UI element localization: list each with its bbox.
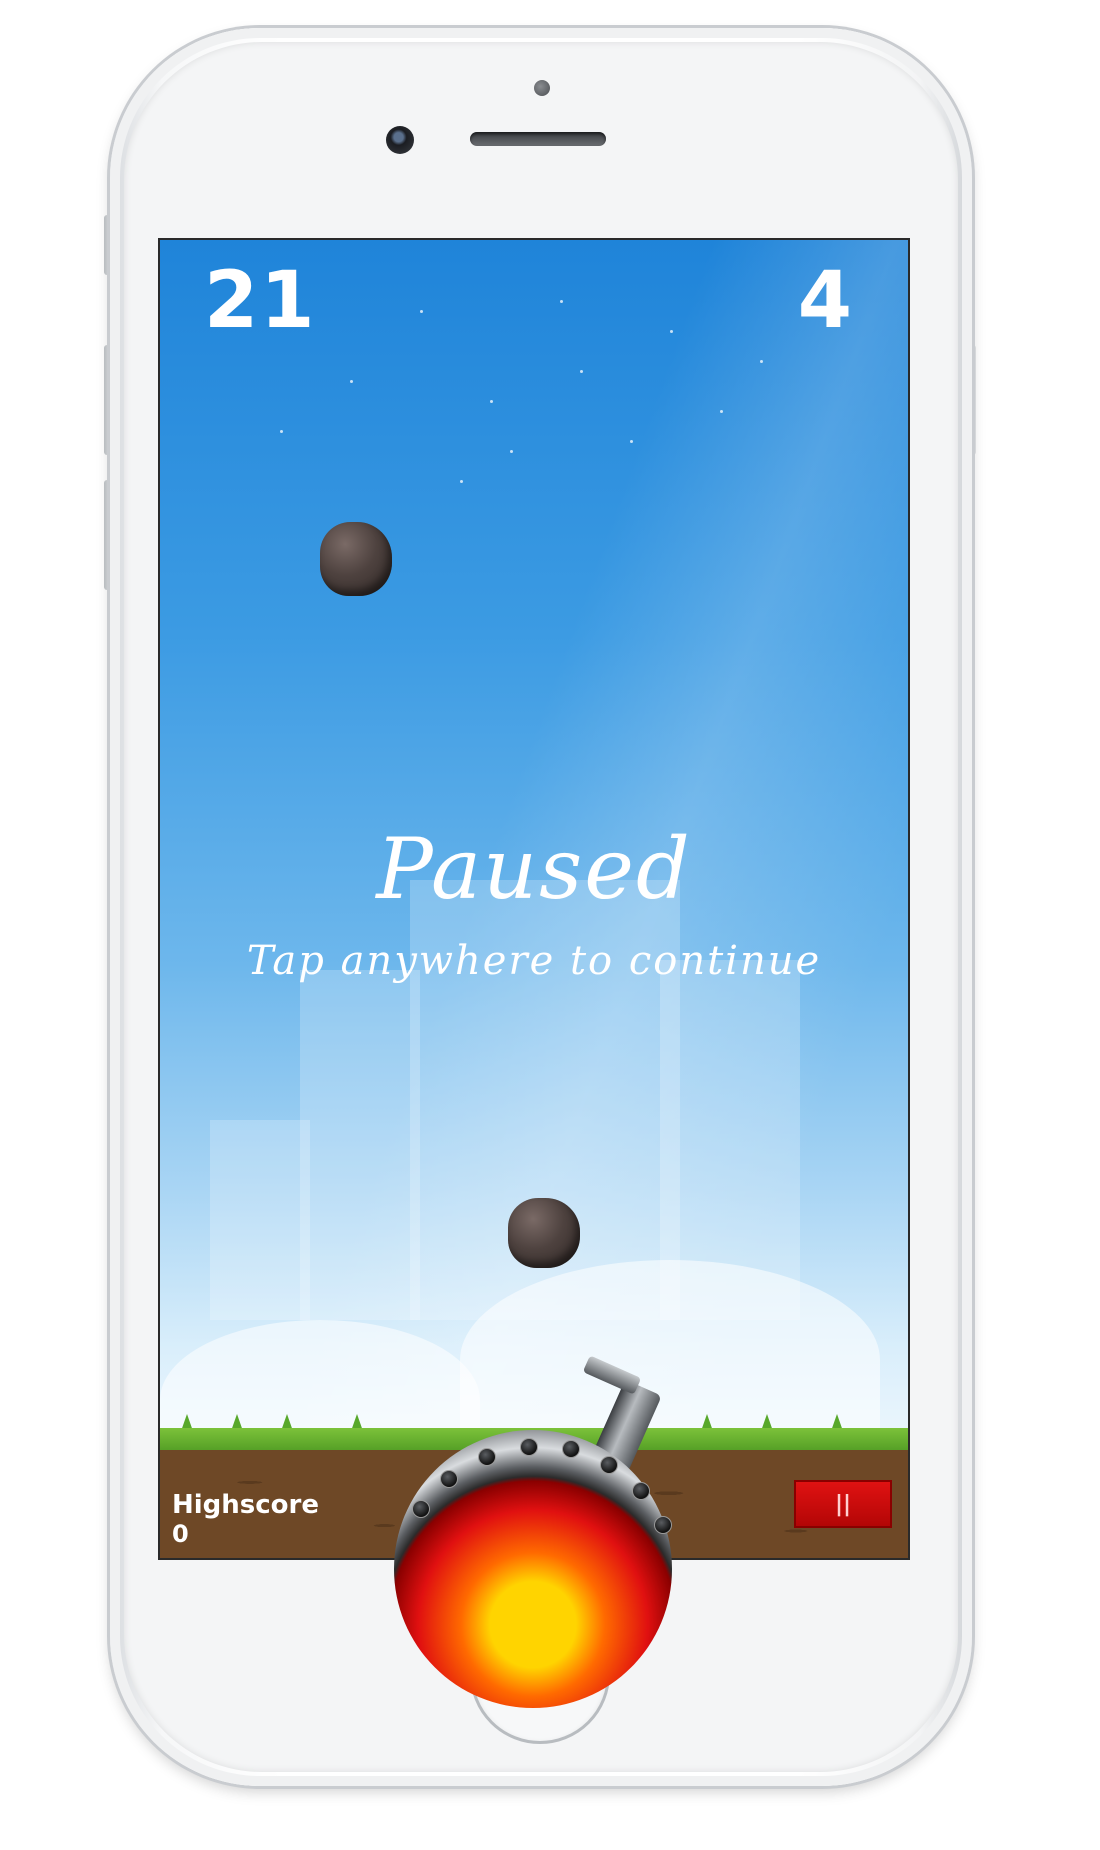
- pause-icon: ||: [834, 1491, 852, 1517]
- highscore-label: Highscore: [172, 1490, 319, 1520]
- star: [720, 410, 723, 413]
- cannon-base[interactable]: [394, 1430, 672, 1708]
- lives-counter: 4: [797, 256, 852, 346]
- rivet: [562, 1440, 580, 1458]
- star: [350, 380, 353, 383]
- rivet: [520, 1438, 538, 1456]
- paused-title: Paused: [376, 820, 692, 918]
- rivet: [478, 1448, 496, 1466]
- rivet: [600, 1456, 618, 1474]
- rivet: [632, 1482, 650, 1500]
- falling-rock: [508, 1198, 580, 1268]
- star: [630, 440, 633, 443]
- star: [490, 400, 493, 403]
- rivet: [654, 1516, 672, 1534]
- falling-rock: [320, 522, 392, 596]
- rivet: [440, 1470, 458, 1488]
- star: [510, 450, 513, 453]
- earpiece-speaker: [470, 132, 606, 146]
- castle-wall: [210, 1120, 310, 1320]
- castle-wall: [300, 970, 420, 1320]
- star: [580, 370, 583, 373]
- front-camera: [386, 126, 414, 154]
- continue-hint[interactable]: Tap anywhere to continue: [160, 938, 908, 984]
- pause-button[interactable]: ||: [794, 1480, 892, 1528]
- star: [280, 430, 283, 433]
- rivet: [412, 1500, 430, 1518]
- star: [560, 300, 563, 303]
- device-mockup: 21 4 Paused Tap anywhere to continue Hig…: [0, 0, 1100, 1850]
- star: [420, 310, 423, 313]
- proximity-sensor: [534, 80, 550, 96]
- score-counter: 21: [204, 256, 317, 346]
- star: [670, 330, 673, 333]
- game-screen[interactable]: 21 4 Paused Tap anywhere to continue Hig…: [158, 238, 910, 1560]
- highscore-value: 0: [172, 1520, 189, 1548]
- star: [760, 360, 763, 363]
- star: [460, 480, 463, 483]
